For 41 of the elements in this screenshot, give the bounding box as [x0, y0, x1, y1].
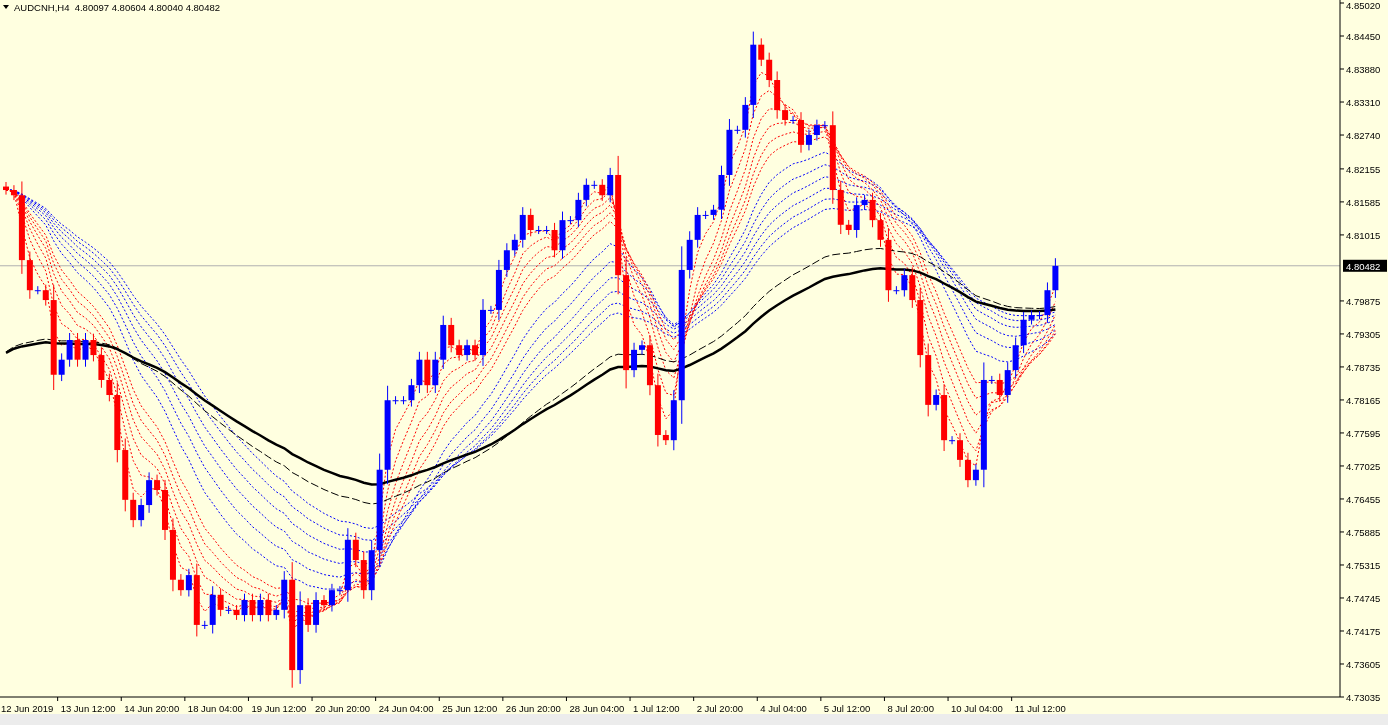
date-label: 28 Jun 04:00 — [569, 703, 625, 714]
chart-title: AUDCNH,H4 4.80097 4.80604 4.80040 4.80482 — [14, 2, 220, 13]
price-label: 4.77595 — [1346, 427, 1381, 439]
date-label: 24 Jun 04:00 — [378, 703, 434, 714]
date-label: 26 Jun 20:00 — [505, 703, 561, 714]
date-label: 25 Jun 12:00 — [442, 703, 498, 714]
price-label: 4.83310 — [1346, 97, 1381, 108]
price-label: 4.82740 — [1346, 130, 1381, 142]
date-label: 18 Jun 04:00 — [187, 703, 243, 714]
price-label: 4.83880 — [1346, 64, 1381, 75]
price-label: 4.77025 — [1346, 460, 1381, 472]
price-label: 4.85020 — [1346, 0, 1381, 11]
price-label: 4.82155 — [1346, 163, 1381, 175]
date-label: 10 Jul 04:00 — [951, 703, 1003, 714]
date-label: 14 Jun 20:00 — [124, 703, 180, 714]
date-label: 1 Jul 12:00 — [633, 703, 680, 714]
price-label: 4.74745 — [1346, 593, 1381, 604]
date-label: 4 Jul 04:00 — [760, 703, 807, 714]
price-label: 4.73035 — [1346, 692, 1381, 703]
price-label: 4.79875 — [1346, 295, 1381, 307]
price-label: 4.78165 — [1346, 394, 1381, 406]
price-label: 4.79305 — [1346, 328, 1381, 340]
date-label: 5 Jul 12:00 — [823, 703, 871, 714]
price-label: 4.84450 — [1346, 31, 1381, 42]
price-label: 4.81585 — [1346, 196, 1381, 208]
date-label: 11 Jul 12:00 — [1014, 703, 1066, 714]
price-label: 4.75885 — [1346, 526, 1381, 538]
price-label: 4.74175 — [1346, 626, 1381, 637]
date-label: 12 Jun 2019 — [1, 703, 54, 714]
price-label: 4.75315 — [1346, 559, 1381, 571]
price-label: 4.78735 — [1346, 361, 1381, 373]
date-label: 2 Jul 20:00 — [696, 703, 744, 714]
date-label: 19 Jun 12:00 — [251, 703, 307, 714]
date-label: 13 Jun 12:00 — [60, 703, 116, 714]
current-price-label: 4.80482 — [1343, 259, 1387, 272]
price-label: 4.76455 — [1346, 493, 1381, 505]
price-label: 4.81015 — [1346, 229, 1381, 241]
date-label: 8 Jul 20:00 — [887, 703, 934, 714]
date-label: 20 Jun 20:00 — [315, 703, 370, 714]
price-label: 4.73605 — [1346, 659, 1381, 670]
dropdown-caret-icon[interactable] — [3, 5, 9, 9]
